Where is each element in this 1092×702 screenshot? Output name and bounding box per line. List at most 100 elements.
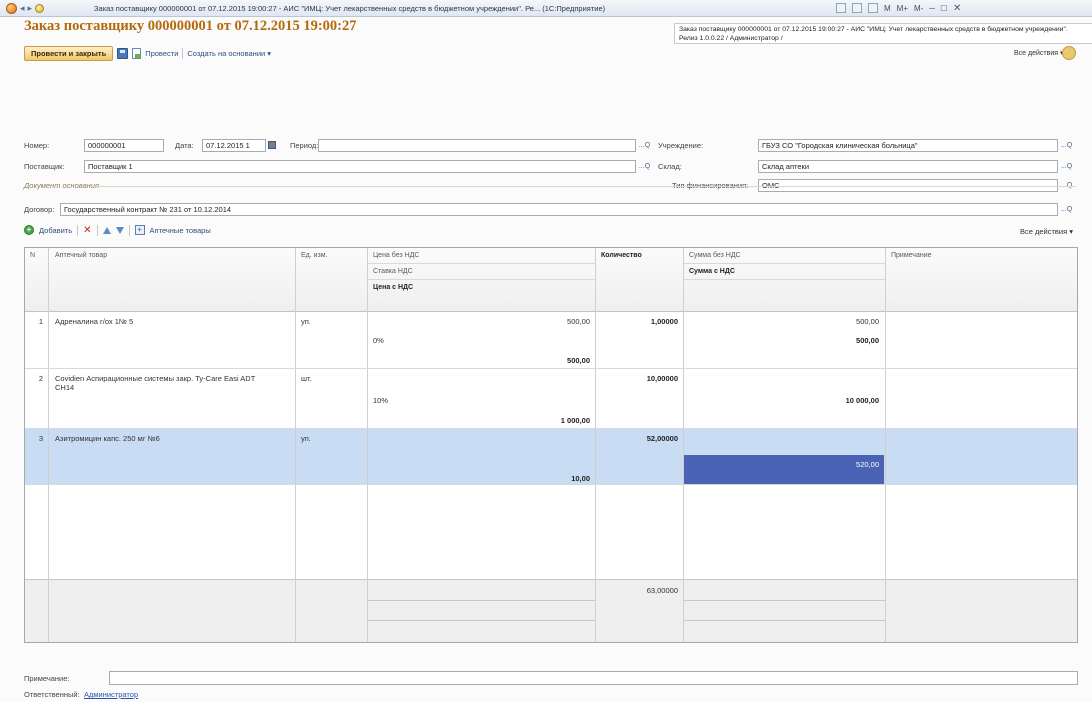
header-price-vat[interactable]: Цена с НДС (373, 284, 413, 291)
memory-m-button[interactable]: M (884, 4, 891, 13)
header-note[interactable]: Примечание (891, 252, 932, 259)
pharmacy-goods-icon[interactable]: + (134, 225, 145, 235)
table-all-actions-menu[interactable]: Все действия ▾ (1020, 227, 1073, 236)
app-menu-icon[interactable] (6, 2, 17, 14)
header-subdivider (368, 263, 595, 264)
tooltip-popup: Заказ поставщику 000000001 от 07.12.2015… (674, 23, 1092, 44)
header-sum-vat[interactable]: Сумма с НДС (689, 268, 735, 275)
row2-unit[interactable]: шт. (301, 374, 312, 383)
note-label: Примечание: (24, 674, 70, 683)
number-field[interactable]: 000000001 (84, 139, 164, 152)
row1-sum-vat[interactable]: 500,00 (684, 336, 879, 345)
forward-icon[interactable]: ▸ (28, 3, 33, 14)
add-icon[interactable]: + (24, 225, 34, 235)
minimize-icon[interactable]: – (929, 3, 935, 14)
period-select-icon[interactable]: ...Q (636, 139, 653, 152)
table-toolbar: + Добавить ✕ + Аптечные товары (24, 223, 211, 237)
institution-field[interactable]: ГБУЗ СО "Городская клиническая больница" (758, 139, 1058, 152)
row3-price-vat[interactable]: 10,00 (368, 474, 590, 483)
header-subdivider (368, 279, 595, 280)
row2-product[interactable]: Covidien Аспирационные системы закр. Ty-… (55, 374, 265, 392)
row2-price-vat[interactable]: 1 000,00 (368, 416, 590, 425)
post-and-close-button[interactable]: Провести и закрыть (24, 45, 114, 61)
row1-price-vat[interactable]: 500,00 (368, 356, 590, 365)
header-n[interactable]: N (30, 252, 35, 259)
supplier-field[interactable]: Поставщик 1 (84, 160, 636, 173)
basis-section-caption: Документ основания (24, 181, 99, 190)
column-divider (295, 248, 296, 642)
goods-table[interactable]: N Аптечный товар Ед. изм. Цена без НДС С… (24, 247, 1078, 643)
post-button[interactable]: Провести (145, 49, 178, 58)
calculator-icon[interactable] (852, 3, 862, 13)
row3-n: 3 (38, 434, 43, 443)
header-product[interactable]: Аптечный товар (55, 252, 107, 259)
note-field[interactable] (109, 671, 1078, 685)
row1-product[interactable]: Адреналина г/ох 1№ 5 (55, 317, 133, 326)
header-subdivider (684, 279, 885, 280)
header-qty[interactable]: Количество (601, 252, 642, 259)
number-label: Номер: (24, 141, 50, 150)
date-label: Дата: (175, 141, 194, 150)
window-title: Заказ поставщику 000000001 от 07.12.2015… (94, 3, 606, 13)
period-label: Период: (290, 141, 319, 150)
memory-minus-button[interactable]: M- (914, 4, 923, 13)
column-divider (367, 248, 368, 642)
quick-access: ◂ ▸ (0, 2, 90, 14)
row3-qty[interactable]: 52,00000 (596, 434, 678, 443)
row2-vat-rate[interactable]: 10% (373, 396, 388, 405)
all-actions-menu[interactable]: Все действия ▾ (1014, 49, 1064, 57)
row1-vat-rate[interactable]: 0% (373, 336, 384, 345)
responsible-link[interactable]: Администратор (84, 690, 138, 699)
row1-n: 1 (38, 317, 43, 326)
clipboard-icon[interactable] (868, 3, 878, 13)
pharmacy-goods-button[interactable]: Аптечные товары (150, 226, 211, 235)
warehouse-select-icon[interactable]: ...Q (1058, 160, 1075, 173)
contract-select-icon[interactable]: ...Q (1058, 203, 1075, 216)
footer-subdivider (368, 620, 595, 621)
date-field[interactable]: 07.12.2015 1 (202, 139, 266, 152)
post-icon (132, 47, 142, 59)
favorites-star-icon[interactable] (35, 3, 45, 13)
calendar-icon[interactable] (268, 141, 276, 149)
add-button[interactable]: Добавить (39, 226, 72, 235)
row-separator (25, 428, 1077, 429)
warehouse-field[interactable]: Склад аптеки (758, 160, 1058, 173)
row3-unit[interactable]: уп. (301, 434, 311, 443)
column-divider (683, 248, 684, 642)
toolbar-divider (77, 224, 79, 236)
calendar-icon[interactable] (836, 3, 846, 13)
back-icon[interactable]: ◂ (20, 3, 25, 14)
row1-sum-no-vat[interactable]: 500,00 (684, 317, 879, 326)
toolbar-divider (128, 224, 130, 236)
close-icon[interactable]: ✕ (953, 3, 961, 14)
row2-sum-vat[interactable]: 10 000,00 (684, 396, 879, 405)
header-unit[interactable]: Ед. изм. (301, 252, 328, 259)
save-icon[interactable] (117, 47, 129, 59)
supplier-select-icon[interactable]: ...Q (636, 160, 653, 173)
header-sum-no-vat[interactable]: Сумма без НДС (689, 252, 741, 259)
memory-plus-button[interactable]: M+ (897, 4, 908, 13)
responsible-label: Ответственный: (24, 690, 80, 699)
period-field[interactable] (318, 139, 636, 152)
row1-price-no-vat[interactable]: 500,00 (368, 317, 590, 326)
column-divider (48, 248, 49, 642)
row2-qty[interactable]: 10,00000 (596, 374, 678, 383)
header-price-no-vat[interactable]: Цена без НДС (373, 252, 419, 259)
header-vat-rate[interactable]: Ставка НДС (373, 268, 413, 275)
move-down-icon[interactable] (115, 226, 124, 234)
delete-icon[interactable]: ✕ (83, 225, 91, 236)
help-icon[interactable] (1062, 46, 1076, 60)
move-up-icon[interactable] (102, 226, 111, 234)
footer-subdivider (684, 620, 885, 621)
row1-qty[interactable]: 1,00000 (596, 317, 678, 326)
maximize-icon[interactable]: □ (941, 3, 947, 14)
row3-sum-vat[interactable]: 520,00 (684, 460, 879, 469)
create-based-on-button[interactable]: Создать на основании ▾ (187, 49, 271, 58)
total-qty: 63,00000 (646, 586, 678, 595)
row-separator (25, 368, 1077, 369)
row1-unit[interactable]: уп. (301, 317, 311, 326)
institution-label: Учреждение: (658, 141, 704, 150)
institution-select-icon[interactable]: ...Q (1058, 139, 1075, 152)
contract-field[interactable]: Государственный контракт № 231 от 10.12.… (60, 203, 1058, 216)
row3-product[interactable]: Азитромицин капс. 250 мг №6 (55, 434, 160, 443)
